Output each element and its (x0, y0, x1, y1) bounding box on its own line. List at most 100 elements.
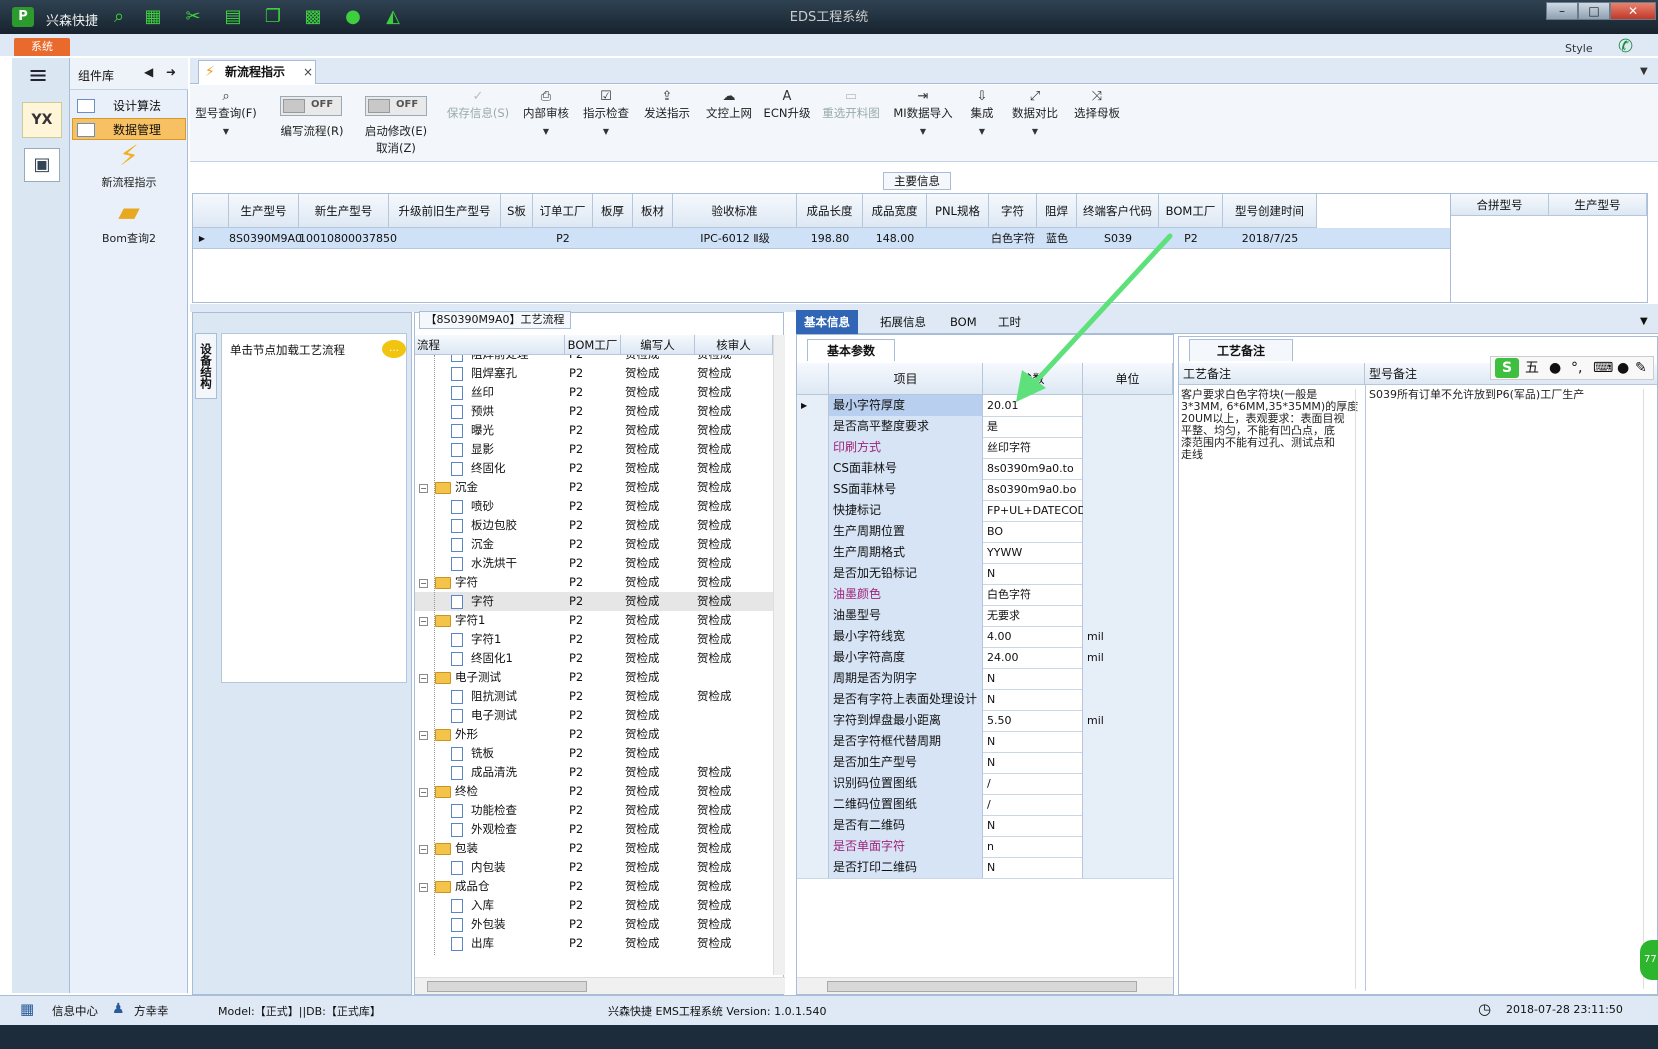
tree-node[interactable]: 水洗烘干 P2 贺检成 贺检成 (415, 554, 775, 573)
collapse-icon[interactable]: − (419, 579, 428, 588)
dropdown-arrow-icon[interactable]: ▼ (962, 121, 1002, 143)
windows-icon[interactable]: ▦ (20, 1000, 34, 1018)
system-menu-button[interactable]: 系统 (14, 38, 70, 56)
tab-basic-info[interactable]: 基本信息 (796, 310, 858, 334)
factory-icon[interactable]: YX (22, 102, 62, 138)
row-selector[interactable] (797, 605, 829, 626)
vertical-scrollbar[interactable] (1355, 389, 1363, 989)
maximize-button[interactable]: □ (1578, 2, 1610, 20)
pin-icon[interactable]: ➜ (166, 65, 176, 79)
keyboard-icon[interactable]: ⌨ (1593, 357, 1613, 379)
hamburger-menu-icon[interactable]: ≡ (28, 63, 56, 88)
mi-data-import-button[interactable]: ⇥ MI数据导入 ▼ (890, 89, 956, 143)
nav-item-data-management[interactable]: 数据管理 (72, 118, 186, 140)
process-tree[interactable]: 阻焊前处理P2贺检成贺检成阻焊塞孔P2贺检成贺检成丝印P2贺检成贺检成预烘P2贺… (415, 355, 775, 975)
param-row[interactable]: 油墨型号 无要求 (797, 605, 1173, 627)
device-tree[interactable]: 单击节点加载工艺流程 … (221, 333, 407, 683)
param-value[interactable]: 8s0390m9a0.bo (983, 479, 1083, 500)
dropdown-arrow-icon[interactable]: ▼ (890, 121, 956, 143)
tree-node[interactable]: − 字符1 P2 贺检成 贺检成 (415, 611, 775, 630)
param-value[interactable]: 8s0390m9a0.to (983, 458, 1083, 479)
column-header[interactable]: 编写人 (621, 335, 695, 355)
column-header[interactable]: 核审人 (695, 335, 773, 355)
tab-menu-chevron-icon[interactable]: ▼ (1640, 66, 1648, 77)
column-header[interactable]: 工艺备注 (1179, 363, 1365, 385)
column-header[interactable]: 项目 (829, 363, 983, 395)
tree-node[interactable]: 显影 P2 贺检成 贺检成 (415, 440, 775, 459)
param-value[interactable]: / (983, 773, 1083, 794)
param-value[interactable]: 5.50 (983, 710, 1083, 731)
sogou-logo-icon[interactable]: S (1495, 358, 1519, 378)
phone-icon[interactable]: ✆ (1618, 36, 1633, 57)
param-row[interactable]: 是否高平整度要求是 (797, 416, 1173, 438)
param-value[interactable]: N (983, 815, 1083, 836)
tree-node[interactable]: 丝印 P2 贺检成 贺检成 (415, 383, 775, 402)
column-header[interactable]: 升级前旧生产型号 (389, 194, 501, 228)
tree-node[interactable]: − 字符 P2 贺检成 贺检成 (415, 573, 775, 592)
param-value[interactable]: N (983, 752, 1083, 773)
row-selector[interactable] (797, 752, 829, 773)
param-row[interactable]: 二维码位置图纸 / (797, 794, 1173, 816)
row-selector[interactable] (797, 647, 829, 668)
horizontal-scrollbar[interactable] (415, 977, 785, 994)
dropdown-arrow-icon[interactable]: ▼ (1008, 121, 1062, 143)
start-modify-toggle[interactable]: OFF (365, 96, 427, 116)
param-row[interactable]: 是否打印二维码 N (797, 857, 1173, 879)
integrate-button[interactable]: ⇩ 集成 ▼ (962, 89, 1002, 143)
param-value[interactable]: BO (983, 521, 1083, 542)
tree-node[interactable]: 终固化1 P2 贺检成 贺检成 (415, 649, 775, 668)
param-value[interactable]: N (983, 857, 1083, 878)
punctuation-icon[interactable]: °, (1571, 357, 1582, 379)
tab-basic-params[interactable]: 基本参数 (807, 339, 895, 361)
tree-node[interactable]: 电子测试 P2 贺检成 (415, 706, 775, 725)
column-header[interactable]: 终端客户代码 (1077, 194, 1159, 228)
dropdown-arrow-icon[interactable]: ▼ (520, 121, 572, 143)
column-header[interactable]: 板材 (633, 194, 673, 228)
collapse-icon[interactable]: − (419, 883, 428, 892)
param-value[interactable]: 白色字符 (983, 584, 1083, 605)
row-selector[interactable] (797, 521, 829, 542)
tree-node[interactable]: − 包装 P2 贺检成 贺检成 (415, 839, 775, 858)
collapse-left-icon[interactable]: ◀ (144, 65, 153, 79)
column-header[interactable]: PNL规格 (927, 194, 989, 228)
ime-mode[interactable]: 五 (1525, 357, 1539, 379)
instruction-check-button[interactable]: ☑ 指示检查 ▼ (580, 89, 632, 143)
row-selector[interactable] (797, 458, 829, 479)
collapse-icon[interactable]: − (419, 484, 428, 493)
minimize-button[interactable]: – (1546, 2, 1578, 20)
scroll-thumb[interactable] (427, 981, 587, 992)
row-selector[interactable] (797, 668, 829, 689)
vertical-scrollbar[interactable] (1643, 389, 1653, 989)
param-value[interactable]: n (983, 836, 1083, 857)
tree-node[interactable]: 外包装 P2 贺检成 贺检成 (415, 915, 775, 934)
model-query-button[interactable]: ⌕ 型号查询(F) ▼ (194, 89, 258, 143)
tab-device-structure[interactable]: 设备结构 (195, 333, 217, 399)
tree-node[interactable]: 外观检查 P2 贺检成 贺检成 (415, 820, 775, 839)
param-value[interactable]: N (983, 731, 1083, 752)
row-selector[interactable] (797, 626, 829, 647)
tree-node[interactable]: 内包装 P2 贺检成 贺检成 (415, 858, 775, 877)
style-dropdown[interactable]: Style (1565, 42, 1593, 55)
param-row[interactable]: SS面菲林号 8s0390m9a0.bo (797, 479, 1173, 501)
param-row[interactable]: 识别码位置图纸 / (797, 773, 1173, 795)
tree-node[interactable]: 终固化 P2 贺检成 贺检成 (415, 459, 775, 478)
column-header[interactable]: 合拼型号 (1451, 194, 1549, 216)
tree-node[interactable]: 板边包胶 P2 贺检成 贺检成 (415, 516, 775, 535)
param-row[interactable]: 生产周期位置 BO (797, 521, 1173, 543)
tree-node[interactable]: 字符 P2 贺检成 贺检成 (415, 592, 775, 611)
param-value[interactable]: 丝印字符 (983, 437, 1083, 458)
row-selector[interactable] (797, 500, 829, 521)
tree-node[interactable]: 功能检查 P2 贺检成 贺检成 (415, 801, 775, 820)
internal-review-button[interactable]: ⎙ 内部审核 ▼ (520, 89, 572, 143)
param-value[interactable]: 4.00 (983, 626, 1083, 647)
tab-new-process-instruction[interactable]: ⚡ 新流程指示 × (198, 60, 316, 84)
tree-node[interactable]: − 成品仓 P2 贺检成 贺检成 (415, 877, 775, 896)
row-selector[interactable] (797, 584, 829, 605)
new-process-instruction-launcher[interactable]: ⚡ 新流程指示 (70, 138, 188, 190)
ime-toolbar[interactable]: S 五 ● °, ⌨ ● ✎ (1490, 356, 1654, 380)
tree-node[interactable]: 喷砂 P2 贺检成 贺检成 (415, 497, 775, 516)
nav-item-design-algorithm[interactable]: 设计算法 (72, 94, 186, 116)
chat-bubble-icon[interactable]: … (382, 340, 406, 358)
tree-node[interactable]: 曝光 P2 贺检成 贺检成 (415, 421, 775, 440)
collapse-icon[interactable]: − (419, 788, 428, 797)
